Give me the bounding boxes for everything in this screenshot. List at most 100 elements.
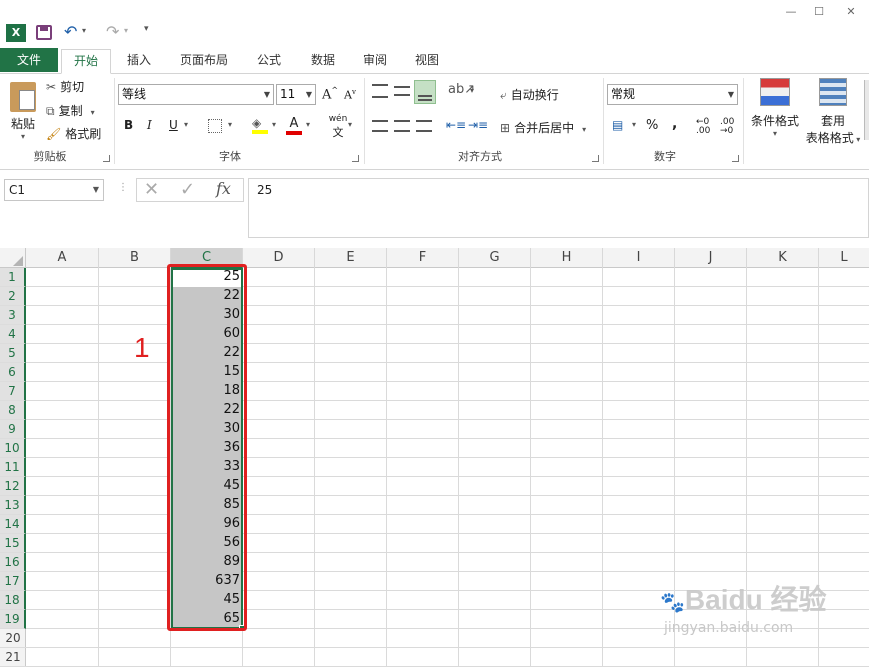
wrap-text-button[interactable]: ⤶ 自动换行 xyxy=(500,86,559,103)
accounting-dropdown-icon[interactable]: ▾ xyxy=(632,120,636,129)
align-top-icon[interactable] xyxy=(372,84,388,98)
row-header[interactable]: 4 xyxy=(0,325,26,344)
column-header-i[interactable]: I xyxy=(603,248,675,268)
restore-button[interactable]: ☐ xyxy=(804,0,834,24)
conditional-formatting-button[interactable]: 条件格式 ▾ xyxy=(748,78,802,146)
insert-function-icon[interactable]: fx xyxy=(216,179,231,198)
row-header[interactable]: 8 xyxy=(0,401,26,420)
row-header[interactable]: 11 xyxy=(0,458,26,477)
cut-button[interactable]: ✂ 剪切 xyxy=(46,78,84,95)
row-header[interactable]: 10 xyxy=(0,439,26,458)
align-middle-icon[interactable] xyxy=(394,86,410,96)
font-color-dropdown-icon[interactable]: ▾ xyxy=(306,120,310,129)
tab-data[interactable]: 数据 xyxy=(300,49,346,74)
save-icon[interactable] xyxy=(36,25,52,40)
align-left-icon[interactable] xyxy=(372,120,388,132)
cancel-icon[interactable]: ✕ xyxy=(144,179,159,200)
italic-button[interactable]: I xyxy=(147,118,152,132)
phonetic-dropdown-icon[interactable]: ▾ xyxy=(348,120,352,129)
enter-icon[interactable]: ✓ xyxy=(180,179,195,200)
row-header[interactable]: 6 xyxy=(0,363,26,382)
column-header-f[interactable]: F xyxy=(387,248,459,268)
decrease-indent-icon[interactable]: ⇤≡ xyxy=(446,118,466,132)
align-bottom-icon[interactable] xyxy=(414,80,436,104)
row-header[interactable]: 1 xyxy=(0,268,26,287)
close-button[interactable]: ✕ xyxy=(836,0,866,24)
column-header-a[interactable]: A xyxy=(26,248,99,268)
row-header[interactable]: 9 xyxy=(0,420,26,439)
tab-review[interactable]: 审阅 xyxy=(352,49,398,74)
cell-styles-partial[interactable] xyxy=(864,80,869,140)
row-header[interactable]: 5 xyxy=(0,344,26,363)
grow-font-button[interactable]: A^ xyxy=(322,86,338,102)
tab-home[interactable]: 开始 xyxy=(61,49,111,74)
format-as-table-button[interactable]: 套用 表格格式 ▾ xyxy=(804,78,862,146)
row-header[interactable]: 13 xyxy=(0,496,26,515)
select-all-button[interactable] xyxy=(0,248,26,268)
column-header-j[interactable]: J xyxy=(675,248,747,268)
borders-icon[interactable] xyxy=(208,119,222,133)
name-box[interactable]: C1 ▼ xyxy=(4,179,104,201)
format-painter-button[interactable]: 🖌 格式刷 xyxy=(46,125,101,142)
column-header-k[interactable]: K xyxy=(747,248,819,268)
column-header-e[interactable]: E xyxy=(315,248,387,268)
number-launcher-icon[interactable] xyxy=(732,155,739,162)
undo-dropdown-icon[interactable]: ▾ xyxy=(82,26,86,35)
underline-button[interactable]: U xyxy=(169,118,178,132)
row-header[interactable]: 19 xyxy=(0,610,26,629)
increase-decimal-button[interactable]: ←0.00 xyxy=(696,118,710,136)
column-header-b[interactable]: B xyxy=(99,248,171,268)
row-header[interactable]: 12 xyxy=(0,477,26,496)
row-header[interactable]: 18 xyxy=(0,591,26,610)
column-header-g[interactable]: G xyxy=(459,248,531,268)
font-size-select[interactable]: 11 ▼ xyxy=(276,84,316,105)
number-format-select[interactable]: 常规 ▼ xyxy=(607,84,738,105)
decrease-decimal-button[interactable]: .00 →0 xyxy=(720,118,734,136)
clipboard-launcher-icon[interactable] xyxy=(103,155,110,162)
align-right-icon[interactable] xyxy=(416,120,432,132)
row-header[interactable]: 20 xyxy=(0,629,26,648)
redo-dropdown-icon[interactable]: ▾ xyxy=(124,26,128,35)
column-header-h[interactable]: H xyxy=(531,248,603,268)
row-header[interactable]: 16 xyxy=(0,553,26,572)
font-launcher-icon[interactable] xyxy=(352,155,359,162)
tab-view[interactable]: 视图 xyxy=(404,49,450,74)
font-color-button[interactable]: A xyxy=(286,116,302,136)
bold-button[interactable]: B xyxy=(124,118,133,132)
font-name-select[interactable]: 等线 ▼ xyxy=(118,84,274,105)
tab-page-layout[interactable]: 页面布局 xyxy=(172,49,236,74)
fill-color-dropdown-icon[interactable]: ▾ xyxy=(272,120,276,129)
copy-button[interactable]: ⧉ 复制 ▾ xyxy=(46,102,95,119)
accounting-format-icon[interactable]: ▤ xyxy=(612,118,623,132)
column-header-d[interactable]: D xyxy=(243,248,315,268)
column-header-l[interactable]: L xyxy=(819,248,869,268)
row-header[interactable]: 14 xyxy=(0,515,26,534)
comma-button[interactable]: , xyxy=(672,116,677,132)
worksheet-grid[interactable]: A B C D E F G H I J K L 1 2 3 4 5 6 7 8 … xyxy=(0,248,869,667)
tab-file[interactable]: 文件 xyxy=(0,48,58,72)
shrink-font-button[interactable]: Av xyxy=(344,88,356,102)
borders-dropdown-icon[interactable]: ▾ xyxy=(228,120,232,129)
merge-center-button[interactable]: ⊞ 合并后居中 ▾ xyxy=(500,119,586,136)
row-header[interactable]: 15 xyxy=(0,534,26,553)
redo-icon[interactable]: ↷ xyxy=(106,22,119,41)
row-header[interactable]: 17 xyxy=(0,572,26,591)
increase-indent-icon[interactable]: ⇥≡ xyxy=(468,118,488,132)
row-header[interactable]: 3 xyxy=(0,306,26,325)
formula-input[interactable]: 25 xyxy=(248,178,869,238)
align-center-icon[interactable] xyxy=(394,120,410,132)
paste-button[interactable]: 粘贴 ▾ xyxy=(6,80,40,144)
alignment-launcher-icon[interactable] xyxy=(592,155,599,162)
customize-qat-icon[interactable]: ▾ xyxy=(144,24,149,34)
tab-formulas[interactable]: 公式 xyxy=(246,49,292,74)
underline-dropdown-icon[interactable]: ▾ xyxy=(184,120,188,129)
fill-color-button[interactable]: ◈ xyxy=(252,116,270,136)
orientation-dropdown-icon[interactable]: ▾ xyxy=(470,86,474,95)
minimize-button[interactable]: — xyxy=(776,0,806,24)
phonetic-button[interactable]: wén 文 xyxy=(328,114,348,140)
undo-icon[interactable]: ↶ xyxy=(64,22,77,41)
row-header[interactable]: 21 xyxy=(0,648,26,667)
tab-insert[interactable]: 插入 xyxy=(116,49,162,74)
row-header[interactable]: 7 xyxy=(0,382,26,401)
row-header[interactable]: 2 xyxy=(0,287,26,306)
